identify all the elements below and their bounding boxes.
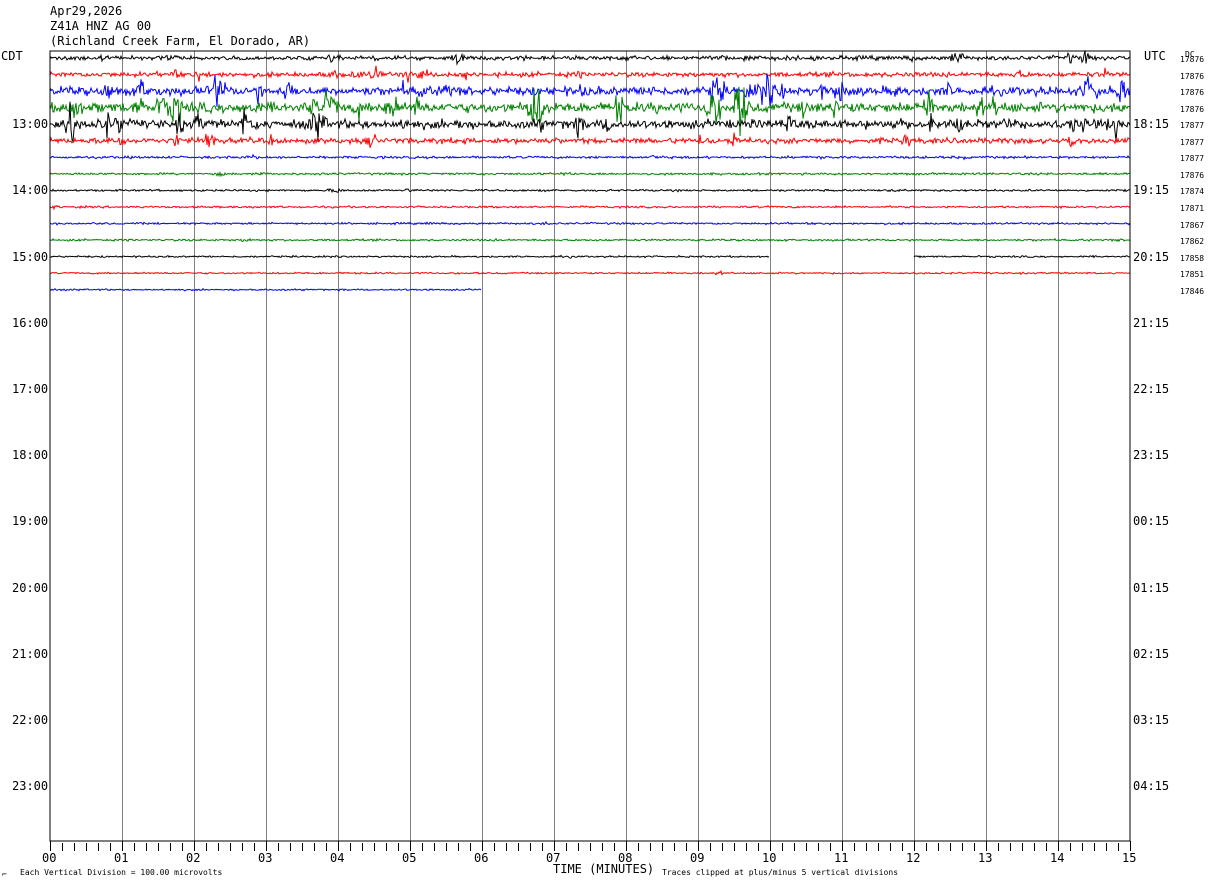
minute-grid — [122, 51, 1059, 841]
left-hour-label: 23:00 — [12, 779, 49, 794]
right-hour-label: 22:15 — [1133, 382, 1170, 396]
trace-row-8 — [49, 170, 1131, 178]
trace-row-12 — [49, 237, 1130, 243]
dc-value: 17862 — [1180, 237, 1205, 247]
x-tick-label: 06 — [474, 851, 489, 865]
dc-value: 17876 — [1180, 55, 1205, 64]
x-tick-label: 10 — [762, 851, 777, 865]
scale-note: Each Vertical Division = 100.00 microvol… — [20, 868, 223, 877]
trace-row-7 — [50, 153, 1130, 161]
right-hour-label: 23:15 — [1133, 448, 1170, 463]
x-tick-label: 04 — [330, 851, 345, 865]
dc-value: 17877 — [1180, 154, 1205, 164]
dc-value: 17876 — [1180, 88, 1205, 98]
right-hour-label: 21:15 — [1133, 315, 1170, 330]
x-axis-label: TIME (MINUTES) — [553, 862, 655, 876]
x-tick-label: 01 — [114, 851, 129, 865]
x-tick-label: 00 — [42, 851, 57, 865]
left-hour-label: 16:00 — [12, 315, 49, 330]
x-tick-label: 12 — [906, 851, 921, 865]
x-tick-label: 09 — [690, 851, 705, 865]
dc-value: 17876 — [1180, 170, 1205, 180]
dc-value: 17867 — [1180, 220, 1205, 230]
left-hour-label: 21:00 — [12, 646, 49, 661]
dc-value: 17851 — [1180, 270, 1205, 280]
right-hour-label: 20:15 — [1133, 249, 1170, 264]
trace-row-9 — [49, 187, 1131, 194]
clip-note: Traces clipped at plus/minus 5 vertical … — [662, 868, 899, 877]
dc-value: 17846 — [1180, 286, 1205, 296]
plot-frame — [49, 50, 1131, 842]
x-tick-label: 02 — [186, 851, 201, 865]
dc-value: 17876 — [1180, 104, 1205, 114]
trace-row-1 — [49, 50, 1131, 66]
right-hour-label: 18:15 — [1133, 117, 1170, 132]
dc-value: 17876 — [1180, 71, 1205, 81]
dc-value: 17877 — [1180, 137, 1205, 147]
right-hour-label: 04:15 — [1133, 779, 1170, 794]
dc-value: 17871 — [1180, 203, 1205, 213]
trace-row-4 — [49, 86, 1131, 137]
trace-row-13-segment-1 — [49, 254, 770, 259]
right-hour-label: 00:15 — [1133, 514, 1170, 529]
right-hour-label: 02:15 — [1133, 646, 1170, 661]
x-tick-label: 03 — [258, 851, 273, 865]
dc-value: 17877 — [1180, 121, 1205, 131]
trace-row-14 — [49, 269, 1131, 276]
trace-row-13-segment-2 — [913, 254, 1131, 259]
trace-row-10 — [49, 204, 1131, 211]
trace-row-2 — [49, 65, 1131, 83]
x-axis-ticks — [50, 841, 1131, 851]
left-hour-label: 17:00 — [12, 382, 49, 396]
trace-row-3 — [49, 73, 1131, 107]
x-tick-label: 11 — [834, 851, 849, 865]
corner-icon: ⌐ — [2, 870, 7, 879]
x-tick-label: 05 — [402, 851, 417, 865]
x-tick-label: 13 — [978, 851, 993, 865]
left-hour-label: 14:00 — [12, 183, 49, 198]
helicorder-plot — [49, 50, 1131, 851]
left-hour-label: 22:00 — [12, 713, 49, 727]
left-hour-label: 18:00 — [12, 448, 49, 463]
left-hour-label: 15:00 — [12, 249, 49, 264]
left-hour-label: 19:00 — [12, 514, 49, 529]
seismic-traces — [49, 50, 1131, 292]
dc-value: 17858 — [1180, 253, 1205, 263]
x-tick-label: 14 — [1050, 851, 1065, 865]
right-hour-label: 19:15 — [1133, 183, 1170, 198]
trace-row-6 — [49, 132, 1131, 148]
right-hour-label: 01:15 — [1133, 580, 1170, 595]
right-hour-label: 03:15 — [1133, 713, 1170, 727]
trace-row-11 — [49, 220, 1131, 226]
dc-value: 17874 — [1180, 187, 1205, 197]
left-hour-label: 20:00 — [12, 580, 49, 595]
left-hour-label: 13:00 — [12, 117, 49, 132]
trace-row-15-segment-1 — [49, 287, 482, 292]
x-tick-label: 15 — [1122, 851, 1137, 865]
